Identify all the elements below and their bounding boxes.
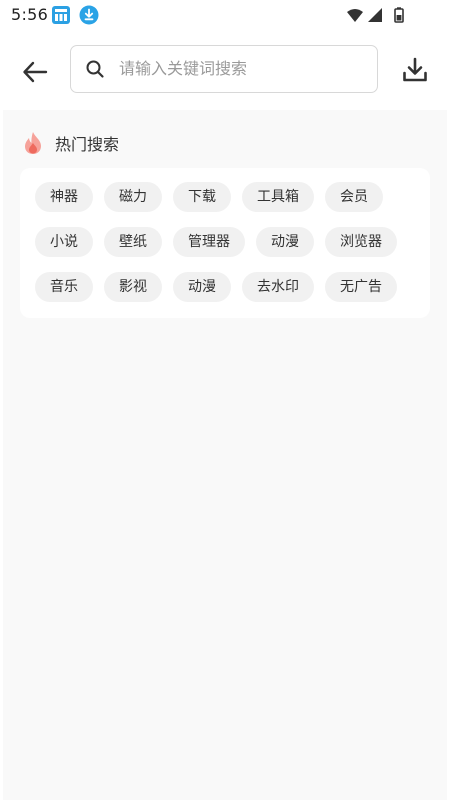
fire-icon <box>23 131 43 155</box>
hot-tag[interactable]: 磁力 <box>104 182 162 212</box>
search-header <box>0 30 450 110</box>
arrow-left-icon <box>23 61 48 83</box>
hot-tag[interactable]: 管理器 <box>173 227 245 257</box>
search-input[interactable] <box>119 46 369 91</box>
status-right-icons <box>346 7 416 23</box>
download-icon <box>403 57 427 82</box>
hot-search-tags-card: 神器 磁力 下载 工具箱 会员 小说 壁纸 管理器 动漫 浏览器 音乐 影视 动… <box>20 168 430 318</box>
hot-tag[interactable]: 神器 <box>35 182 93 212</box>
hot-tag[interactable]: 影视 <box>104 272 162 302</box>
hot-search-header: 热门搜索 <box>23 130 119 156</box>
hot-tag[interactable]: 动漫 <box>173 272 231 302</box>
wifi-icon <box>347 9 363 22</box>
download-button[interactable] <box>400 54 430 86</box>
search-icon <box>85 59 105 79</box>
search-box[interactable] <box>70 45 378 93</box>
download-notification-icon <box>79 5 99 25</box>
hot-tag[interactable]: 无广告 <box>325 272 397 302</box>
tags-row: 音乐 影视 动漫 去水印 无广告 <box>35 272 408 302</box>
hot-tag[interactable]: 动漫 <box>256 227 314 257</box>
hot-tag[interactable]: 音乐 <box>35 272 93 302</box>
hot-tag[interactable]: 工具箱 <box>242 182 314 212</box>
status-time: 5:56 <box>11 5 49 24</box>
hot-tag[interactable]: 会员 <box>325 182 383 212</box>
tags-row: 小说 壁纸 管理器 动漫 浏览器 <box>35 227 408 257</box>
content-area: 热门搜索 神器 磁力 下载 工具箱 会员 小说 壁纸 管理器 动漫 浏览器 音乐… <box>3 110 447 800</box>
tags-row: 神器 磁力 下载 工具箱 会员 <box>35 182 394 212</box>
hot-tag[interactable]: 下载 <box>173 182 231 212</box>
app-notification-icon <box>51 5 71 25</box>
hot-tag[interactable]: 壁纸 <box>104 227 162 257</box>
signal-icon <box>368 8 382 22</box>
back-button[interactable] <box>18 55 52 89</box>
status-bar: 5:56 <box>0 0 450 30</box>
battery-icon <box>394 7 404 23</box>
hot-tag[interactable]: 小说 <box>35 227 93 257</box>
hot-tag[interactable]: 浏览器 <box>325 227 397 257</box>
hot-search-title: 热门搜索 <box>55 135 120 154</box>
hot-tag[interactable]: 去水印 <box>242 272 314 302</box>
